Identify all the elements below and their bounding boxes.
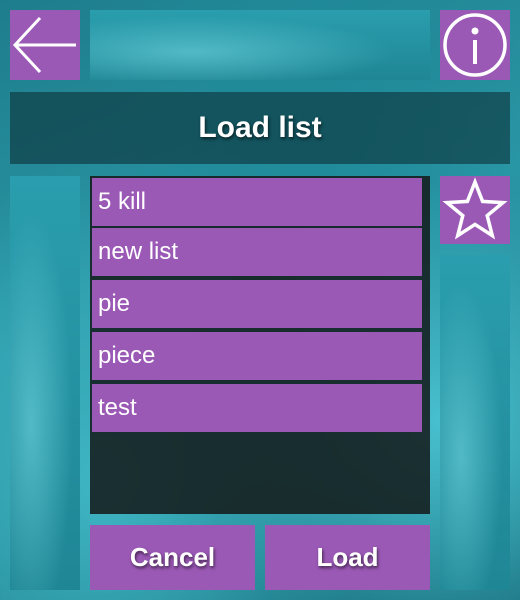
arrow-left-icon: [12, 16, 76, 74]
list-item[interactable]: pie: [92, 280, 422, 328]
water-background-tile: [90, 10, 430, 80]
water-background-tile-right: [440, 255, 510, 590]
back-button[interactable]: [10, 10, 80, 80]
list-item[interactable]: test: [92, 384, 422, 432]
star-icon: [442, 177, 508, 240]
page-title: Load list: [10, 92, 510, 164]
list-item[interactable]: piece: [92, 332, 422, 380]
favorite-button[interactable]: [440, 176, 510, 244]
load-button[interactable]: Load: [265, 525, 430, 590]
info-icon: [443, 13, 507, 77]
list-panel[interactable]: 5 kill new list pie piece test: [90, 176, 430, 514]
cancel-button[interactable]: Cancel: [90, 525, 255, 590]
list-item[interactable]: new list: [92, 228, 422, 276]
water-background-tile-left: [10, 176, 80, 590]
list-item[interactable]: 5 kill: [92, 178, 422, 226]
info-button[interactable]: [440, 10, 510, 80]
